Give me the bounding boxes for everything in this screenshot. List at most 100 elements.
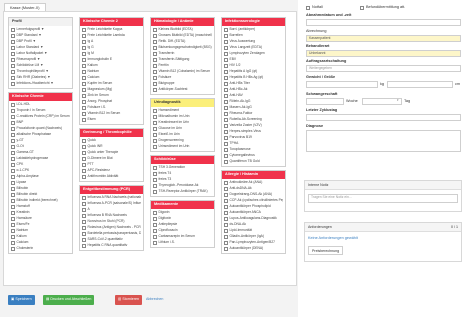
test-group-header[interactable]: Gerinnung / Thrombophilie — [80, 129, 143, 137]
test-group-header[interactable]: Klinische Chemie — [9, 93, 72, 101]
save-button[interactable]: ▣ Speichern — [8, 295, 35, 305]
test-checkbox[interactable] — [224, 148, 228, 152]
test-checkbox[interactable] — [224, 223, 228, 227]
test-checkbox[interactable] — [224, 211, 228, 215]
test-checkbox[interactable] — [153, 172, 157, 176]
test-item[interactable]: Urinsediment im Urin — [153, 144, 212, 150]
test-checkbox[interactable] — [82, 151, 86, 155]
test-checkbox[interactable] — [82, 175, 86, 179]
test-checkbox[interactable] — [11, 169, 15, 173]
test-checkbox[interactable] — [82, 34, 86, 38]
test-checkbox[interactable] — [82, 139, 86, 143]
test-checkbox[interactable] — [82, 157, 86, 161]
test-checkbox[interactable] — [153, 109, 157, 113]
test-checkbox[interactable] — [82, 169, 86, 173]
test-checkbox[interactable] — [153, 217, 157, 221]
test-checkbox[interactable] — [153, 34, 157, 38]
test-checkbox[interactable] — [11, 175, 15, 179]
test-checkbox[interactable] — [11, 223, 15, 227]
test-checkbox[interactable] — [11, 157, 15, 161]
test-checkbox[interactable] — [82, 100, 86, 104]
test-checkbox[interactable] — [224, 136, 228, 140]
test-checkbox[interactable] — [153, 40, 157, 44]
test-item[interactable]: Lithium i.S. — [153, 240, 212, 246]
test-item[interactable]: Quantiferon TB Gold — [224, 159, 283, 165]
test-checkbox[interactable] — [82, 106, 86, 110]
test-checkbox[interactable] — [82, 238, 86, 242]
test-checkbox[interactable] — [224, 187, 228, 191]
test-checkbox[interactable] — [224, 205, 228, 209]
test-checkbox[interactable] — [224, 217, 228, 221]
test-checkbox[interactable] — [82, 220, 86, 224]
test-checkbox[interactable] — [11, 58, 15, 62]
test-checkbox[interactable] — [11, 181, 15, 185]
test-checkbox[interactable] — [11, 151, 15, 155]
test-checkbox[interactable] — [82, 202, 86, 206]
test-group-header[interactable]: Entgeltbestimmung (PCR) — [80, 186, 143, 194]
test-checkbox[interactable] — [11, 82, 15, 86]
test-checkbox[interactable] — [82, 28, 86, 32]
test-group-header[interactable]: Infektionsserologie — [222, 18, 285, 26]
test-checkbox[interactable] — [224, 88, 228, 92]
test-checkbox[interactable] — [82, 232, 86, 236]
test-checkbox[interactable] — [11, 235, 15, 239]
test-checkbox[interactable] — [224, 247, 228, 251]
test-checkbox[interactable] — [153, 58, 157, 62]
test-checkbox[interactable] — [153, 64, 157, 68]
test-checkbox[interactable] — [82, 118, 86, 122]
test-checkbox[interactable] — [11, 76, 15, 80]
test-item[interactable]: Eisen — [82, 117, 141, 123]
test-checkbox[interactable] — [82, 208, 86, 212]
test-checkbox[interactable] — [11, 139, 15, 143]
test-checkbox[interactable] — [153, 190, 157, 194]
test-checkbox[interactable] — [153, 139, 157, 143]
test-checkbox[interactable] — [82, 76, 86, 80]
test-checkbox[interactable] — [153, 76, 157, 80]
test-checkbox[interactable] — [153, 82, 157, 86]
test-checkbox[interactable] — [153, 241, 157, 245]
test-checkbox[interactable] — [224, 70, 228, 74]
test-checkbox[interactable] — [11, 103, 15, 107]
test-item[interactable]: Antithrombin Aktivität — [82, 174, 141, 180]
test-checkbox[interactable] — [224, 106, 228, 110]
test-group-header[interactable]: Allergie / Histamin — [222, 171, 285, 179]
test-checkbox[interactable] — [224, 52, 228, 56]
test-checkbox[interactable] — [11, 115, 15, 119]
test-item[interactable]: Cholesterin — [11, 246, 70, 252]
test-checkbox[interactable] — [224, 124, 228, 128]
test-checkbox[interactable] — [153, 115, 157, 119]
test-checkbox[interactable] — [11, 40, 15, 44]
test-checkbox[interactable] — [11, 46, 15, 50]
test-checkbox[interactable] — [224, 28, 228, 32]
test-checkbox[interactable] — [11, 247, 15, 251]
test-checkbox[interactable] — [153, 229, 157, 233]
test-checkbox[interactable] — [82, 82, 86, 86]
behandler-select[interactable]: Unbekannt — [306, 50, 461, 57]
test-checkbox[interactable] — [224, 100, 228, 104]
test-checkbox[interactable] — [224, 34, 228, 38]
test-checkbox[interactable] — [82, 112, 86, 116]
test-checkbox[interactable] — [224, 46, 228, 50]
test-checkbox[interactable] — [224, 40, 228, 44]
test-checkbox[interactable] — [153, 28, 157, 32]
test-item[interactable]: TSH-Rezeptor-Antikörper (TRAK) — [153, 189, 212, 195]
test-checkbox[interactable] — [224, 58, 228, 62]
delete-button[interactable]: ▥ Stornieren — [115, 295, 142, 305]
test-checkbox[interactable] — [82, 40, 86, 44]
test-checkbox[interactable] — [11, 64, 15, 68]
test-checkbox[interactable] — [224, 82, 228, 86]
test-group-header[interactable]: Klinische Chemie 2 — [80, 18, 143, 26]
preisberechnung-button[interactable]: Preisberechnung — [308, 246, 344, 255]
test-checkbox[interactable] — [153, 127, 157, 131]
test-checkbox[interactable] — [224, 118, 228, 122]
test-checkbox[interactable] — [153, 46, 157, 50]
test-checkbox[interactable] — [82, 214, 86, 218]
test-checkbox[interactable] — [11, 229, 15, 233]
test-checkbox[interactable] — [11, 34, 15, 38]
test-checkbox[interactable] — [11, 211, 15, 215]
test-checkbox[interactable] — [11, 121, 15, 125]
ssw-tag-select[interactable] — [362, 98, 402, 105]
ssw-woche-input[interactable] — [306, 98, 344, 105]
test-checkbox[interactable] — [82, 163, 86, 167]
test-checkbox[interactable] — [11, 199, 15, 203]
